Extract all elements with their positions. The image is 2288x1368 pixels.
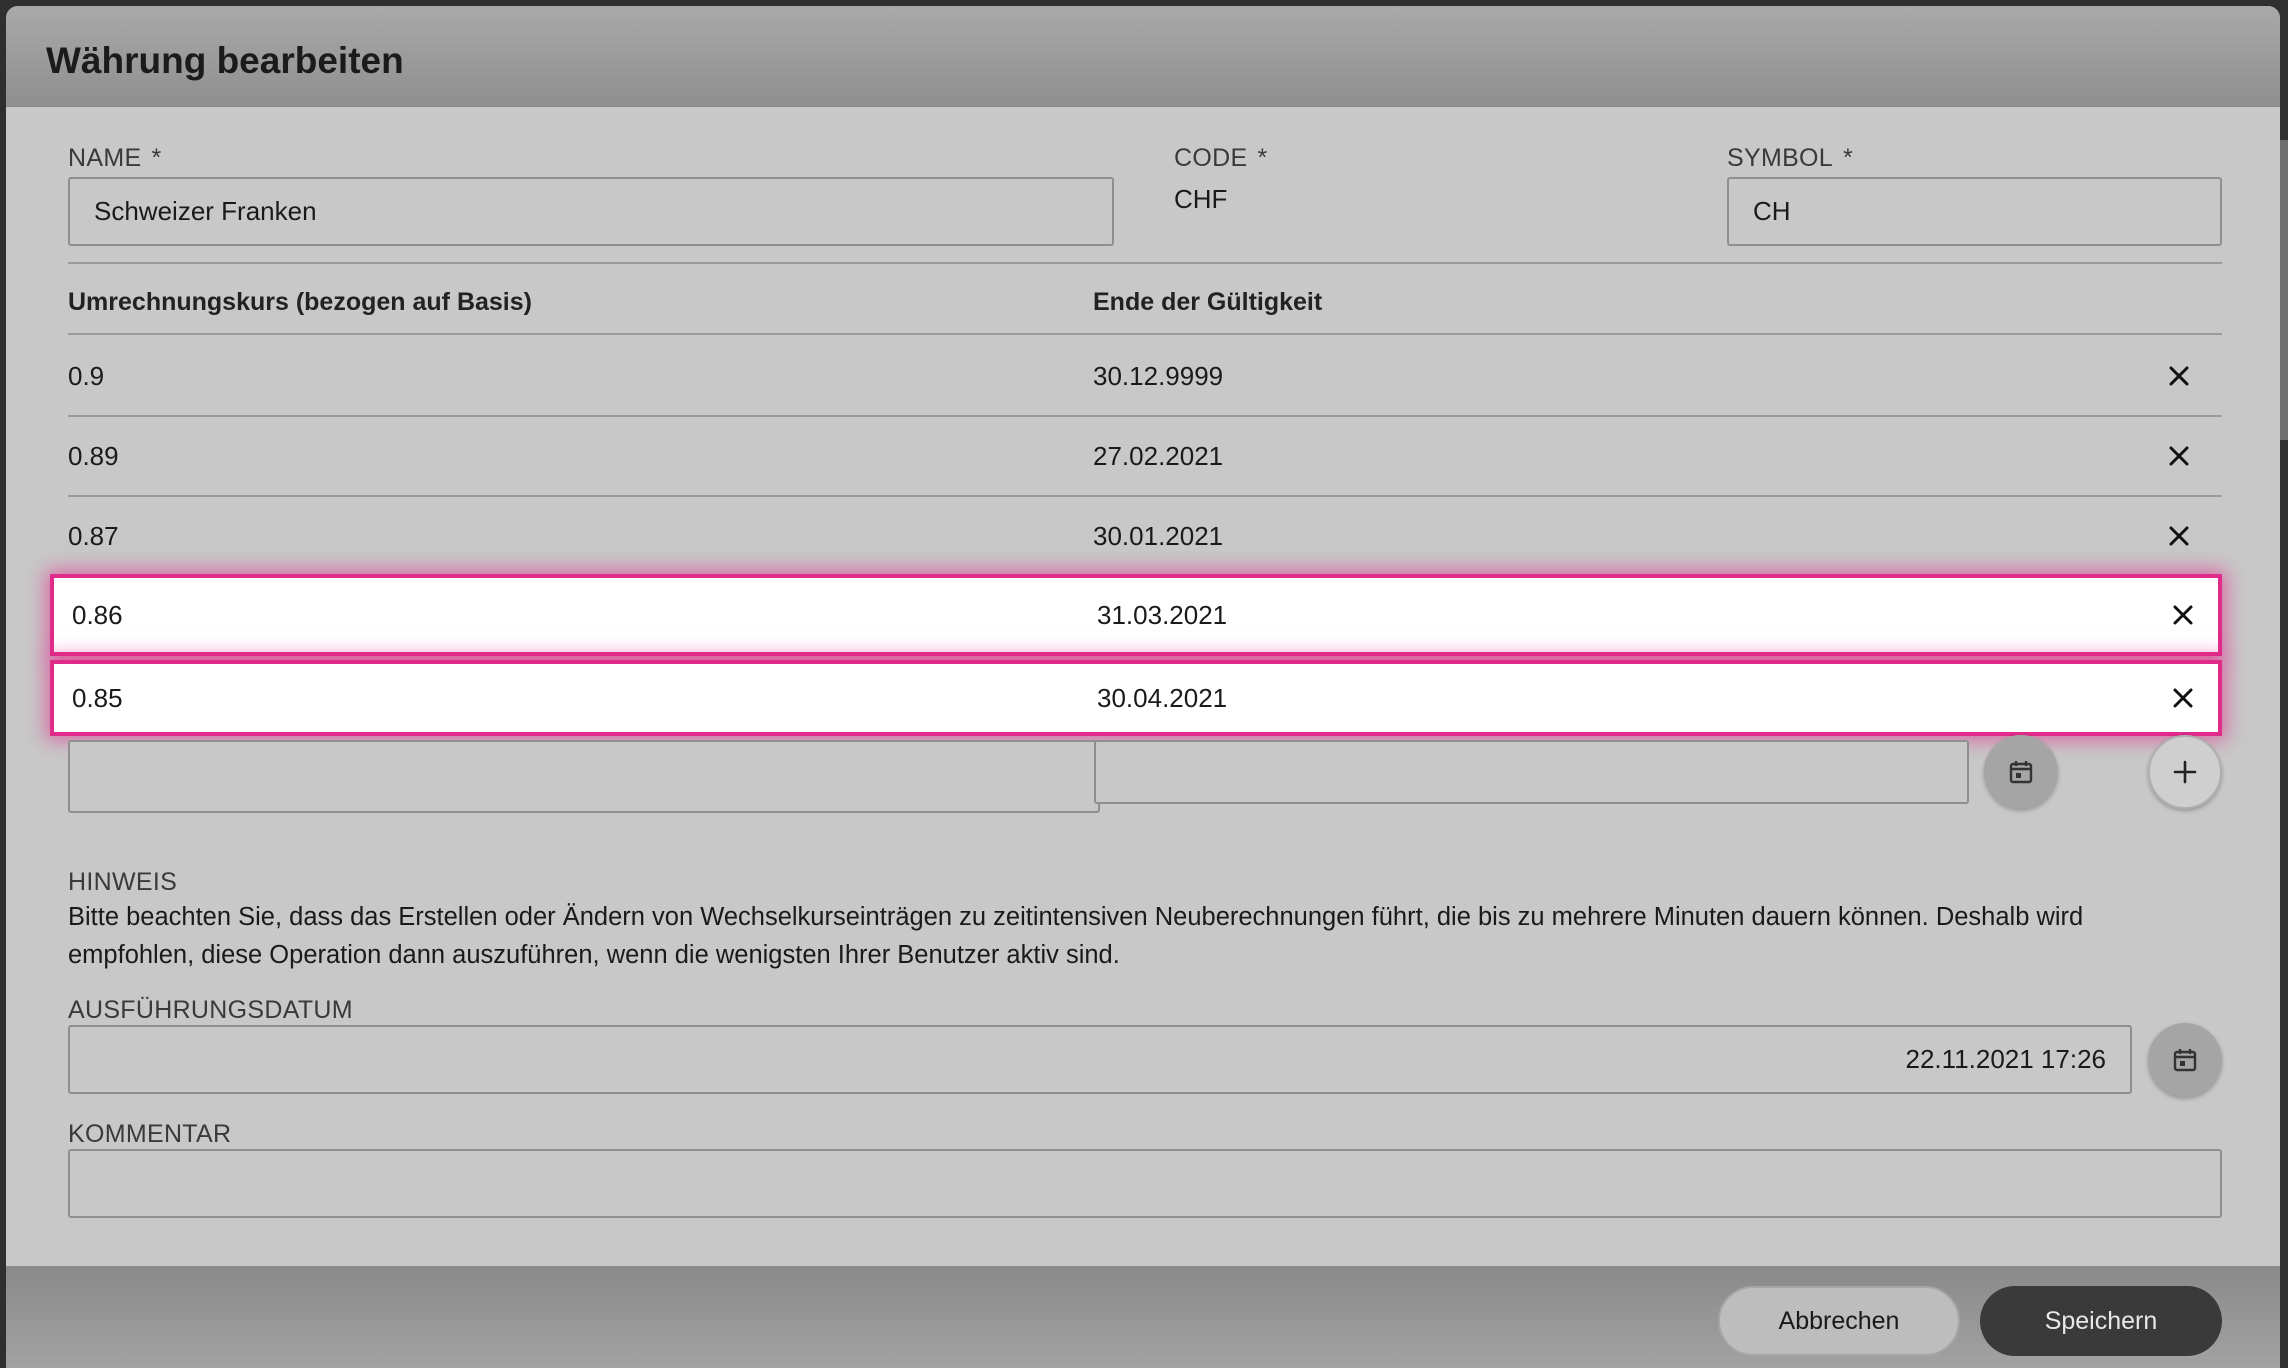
column-header-valid-until: Ende der Gültigkeit bbox=[1093, 288, 1323, 316]
plus-icon bbox=[2173, 760, 2197, 784]
calendar-icon bbox=[2009, 761, 2033, 784]
close-icon bbox=[2173, 605, 2193, 625]
rate-value: 0.89 bbox=[68, 441, 119, 471]
valid-until-value: 27.02.2021 bbox=[1093, 441, 1224, 471]
valid-until-value: 30.01.2021 bbox=[1093, 521, 1224, 551]
new-rate-input[interactable] bbox=[68, 740, 1100, 813]
code-label: CODE * bbox=[1174, 144, 1268, 172]
divider bbox=[68, 262, 2222, 264]
dialog-header: Währung bearbeiten bbox=[6, 6, 2280, 107]
notice-label: HINWEIS bbox=[68, 868, 178, 896]
name-input[interactable] bbox=[68, 177, 1114, 246]
comment-label: KOMMENTAR bbox=[68, 1120, 232, 1148]
edit-currency-dialog: Währung bearbeiten NAME* CODE* CHF SYMBO… bbox=[6, 6, 2280, 1368]
execution-date-picker-button[interactable] bbox=[2148, 1023, 2222, 1097]
dialog-title: Währung bearbeiten bbox=[46, 40, 404, 81]
symbol-input[interactable] bbox=[1727, 177, 2222, 246]
rate-value: 0.9 bbox=[68, 361, 105, 391]
new-date-input[interactable] bbox=[1094, 740, 1969, 804]
date-picker-button[interactable] bbox=[1984, 735, 2058, 809]
rate-value: 0.87 bbox=[68, 521, 119, 551]
valid-until-value: 30.04.2021 bbox=[1097, 683, 1228, 713]
save-button[interactable]: Speichern bbox=[1980, 1286, 2222, 1356]
rate-value: 0.85 bbox=[72, 683, 123, 713]
delete-row-button[interactable] bbox=[2159, 356, 2199, 396]
delete-row-button[interactable] bbox=[2159, 516, 2199, 556]
close-icon bbox=[2173, 688, 2193, 708]
close-icon bbox=[2169, 366, 2189, 386]
rate-value: 0.86 bbox=[72, 600, 123, 630]
divider bbox=[68, 333, 2222, 335]
valid-until-value: 31.03.2021 bbox=[1097, 600, 1228, 630]
add-rate-button[interactable] bbox=[2148, 735, 2222, 809]
rate-row: 0.89 27.02.2021 bbox=[50, 417, 2222, 495]
rate-row: 0.9 30.12.9999 bbox=[50, 337, 2222, 415]
execution-date-label: AUSFÜHRUNGSDATUM bbox=[68, 996, 353, 1024]
delete-row-button[interactable] bbox=[2159, 436, 2199, 476]
name-label: NAME * bbox=[68, 144, 162, 172]
calendar-icon bbox=[2173, 1049, 2197, 1072]
code-value: CHF bbox=[1174, 184, 1228, 214]
symbol-label: SYMBOL * bbox=[1727, 144, 1854, 172]
notice-text: Bitte beachten Sie, dass das Erstellen o… bbox=[68, 903, 2084, 969]
close-icon bbox=[2169, 526, 2189, 546]
column-header-rate: Umrechnungskurs (bezogen auf Basis) bbox=[68, 288, 532, 316]
rate-row-highlighted: 0.85 30.04.2021 bbox=[50, 660, 2222, 736]
delete-row-button[interactable] bbox=[2163, 678, 2203, 718]
execution-date-input[interactable] bbox=[68, 1025, 2132, 1094]
cancel-button[interactable]: Abbrechen bbox=[1718, 1286, 1960, 1356]
delete-row-button[interactable] bbox=[2163, 595, 2203, 635]
close-icon bbox=[2169, 446, 2189, 466]
valid-until-value: 30.12.9999 bbox=[1093, 361, 1224, 391]
rate-row: 0.87 30.01.2021 bbox=[50, 497, 2222, 575]
comment-input[interactable] bbox=[68, 1149, 2222, 1218]
rate-row-highlighted: 0.86 31.03.2021 bbox=[50, 574, 2222, 656]
